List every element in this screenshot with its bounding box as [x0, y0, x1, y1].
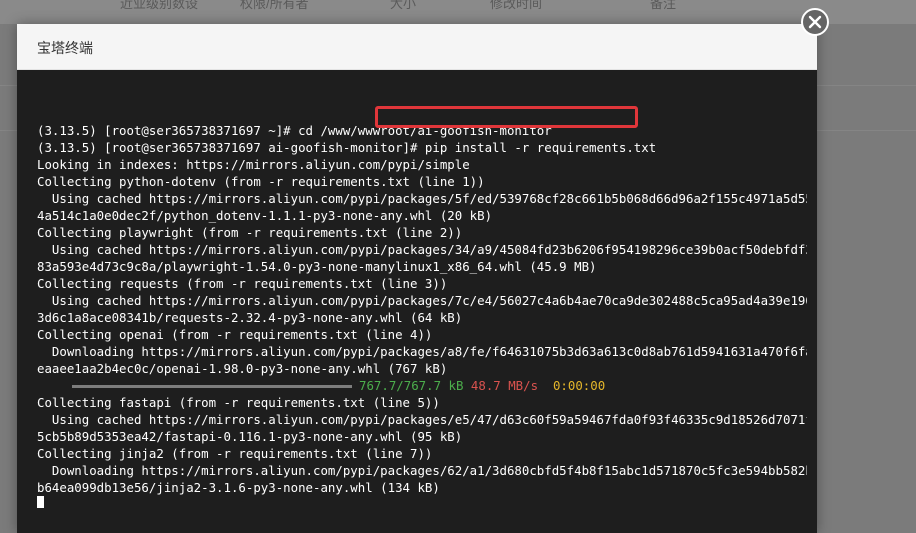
terminal-line: 4a514c1a0e0dec2f/python_dotenv-1.1.1-py3… — [37, 208, 493, 223]
bg-column-header: 修改时间 — [490, 0, 543, 11]
close-icon — [808, 15, 822, 29]
terminal-line: Collecting fastapi (from -r requirements… — [37, 395, 440, 410]
modal-header: 宝塔终端 — [17, 24, 817, 70]
terminal-line: (3.13.5) [root@ser365738371697 ai-goofis… — [37, 140, 657, 155]
progress-size: 767.7/767.7 kB — [359, 378, 464, 393]
cursor-line — [37, 496, 807, 508]
terminal-line: 3d6c1a8ace08341b/requests-2.32.4-py3-non… — [37, 310, 463, 325]
terminal-output[interactable]: (3.13.5) [root@ser365738371697 ~]# cd /w… — [37, 88, 807, 508]
terminal-line: b64ea099db13e56/jinja2-3.1.6-py3-none-an… — [37, 480, 440, 495]
progress-stats: 767.7/767.7 kB 48.7 MB/s 0:00:00 — [359, 377, 605, 394]
terminal-line: Using cached https://mirrors.aliyun.com/… — [37, 191, 807, 206]
progress-eta: 0:00:00 — [552, 378, 606, 393]
terminal-line: 83a593e4d73c9c8a/playwright-1.54.0-py3-n… — [37, 259, 597, 274]
progress-speed: 48.7 MB/s — [470, 378, 539, 393]
terminal-line: Collecting playwright (from -r requireme… — [37, 225, 463, 240]
terminal-line: Collecting jinja2 (from -r requirements.… — [37, 446, 433, 461]
bg-column-header: 大小 — [390, 0, 417, 11]
terminal-line: Using cached https://mirrors.aliyun.com/… — [37, 293, 807, 308]
command-highlight-box — [375, 106, 638, 128]
terminal-line: Collecting openai (from -r requirements.… — [37, 327, 433, 342]
terminal-line: 5cb5b89d5353ea42/fastapi-0.116.1-py3-non… — [37, 429, 463, 444]
text-cursor — [37, 496, 44, 508]
close-button[interactable] — [801, 8, 829, 36]
terminal-line: Downloading https://mirrors.aliyun.com/p… — [37, 463, 807, 478]
download-progress-line: 767.7/767.7 kB 48.7 MB/s 0:00:00 — [37, 377, 807, 394]
terminal-line: Collecting requests (from -r requirement… — [37, 276, 448, 291]
terminal-modal: 宝塔终端 (3.13.5) [root@ser365738371697 ~]# … — [17, 24, 817, 533]
terminal-line: Downloading https://mirrors.aliyun.com/p… — [37, 344, 807, 359]
terminal-line: Looking in indexes: https://mirrors.aliy… — [37, 157, 470, 172]
bg-column-header: 备注 — [650, 0, 677, 11]
background-table-header: 近业级别数设 权限/所有者 大小 修改时间 备注 — [0, 0, 916, 24]
modal-title: 宝塔终端 — [37, 40, 93, 56]
bg-column-header: 近业级别数设 — [120, 0, 199, 11]
terminal-line: Using cached https://mirrors.aliyun.com/… — [37, 412, 807, 427]
terminal-line: Using cached https://mirrors.aliyun.com/… — [37, 242, 807, 257]
bg-column-header: 权限/所有者 — [240, 0, 309, 11]
progress-bar — [72, 385, 352, 388]
terminal-line: eaaee1aa2b4ec0c/openai-1.98.0-py3-none-a… — [37, 361, 448, 376]
terminal-line: Collecting python-dotenv (from -r requir… — [37, 174, 485, 189]
